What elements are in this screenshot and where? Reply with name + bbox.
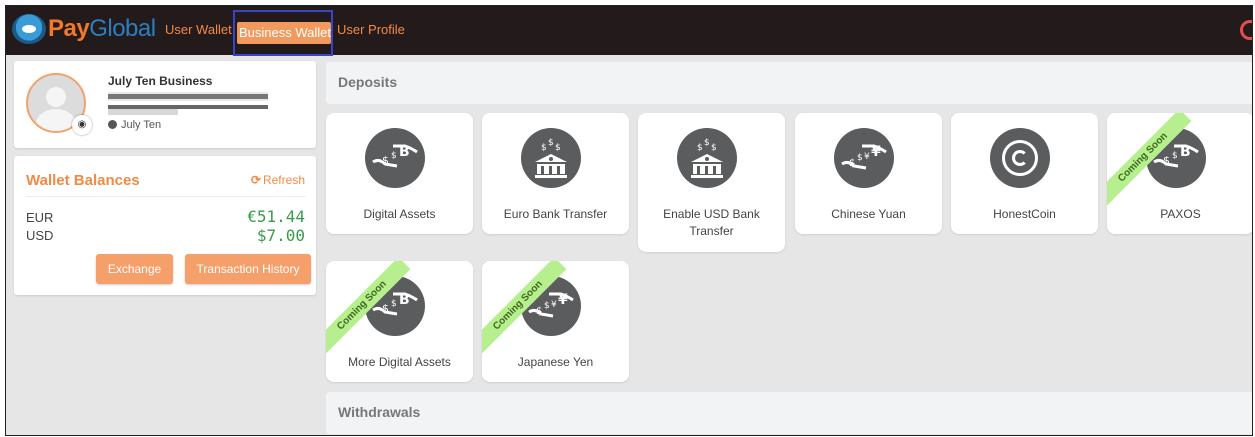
svg-text:$: $: [548, 138, 554, 148]
refresh-button[interactable]: ⟳ Refresh: [251, 173, 305, 187]
svg-text:$: $: [697, 143, 703, 153]
profile-card: ◉ July Ten Business July Ten: [14, 61, 316, 148]
deposits-title: Deposits: [338, 74, 398, 90]
refresh-icon: ⟳: [250, 173, 261, 187]
withdrawals-title: Withdrawals: [338, 404, 421, 420]
tile-enable-usd-bank-transfer[interactable]: $ $ $ Enable USD Bank Transfer: [638, 113, 785, 252]
hand-yuan-icon: $ $ ¥ ¥: [834, 128, 894, 188]
app-frame: PayGlobal User Wallet Business Wallet Us…: [5, 5, 1253, 436]
svg-text:$: $: [857, 153, 863, 163]
currency-usd: USD: [26, 228, 54, 243]
nav-user-wallet[interactable]: User Wallet: [165, 21, 232, 39]
honestcoin-icon: [990, 128, 1050, 188]
balance-usd: $7.00: [256, 226, 305, 245]
tile-label: Enable USD Bank Transfer: [663, 207, 760, 238]
svg-text:$: $: [391, 299, 397, 309]
tile-label: Chinese Yuan: [831, 207, 906, 221]
wallet-balances-title: Wallet Balances: [26, 172, 140, 189]
tile-label: Japanese Yen: [517, 355, 594, 369]
payglobal-logo[interactable]: PayGlobal: [12, 14, 156, 44]
balance-eur: €51.44: [247, 207, 305, 226]
logo-mark-icon: [12, 14, 46, 44]
logo-text: PayGlobal: [48, 15, 156, 42]
redacted-email: [108, 94, 268, 99]
divider: [26, 196, 306, 197]
withdrawals-header: Withdrawals: [326, 392, 1252, 434]
svg-text:$: $: [555, 143, 561, 153]
top-nav-bar: PayGlobal User Wallet Business Wallet Us…: [6, 6, 1252, 56]
tile-label: Euro Bank Transfer: [503, 207, 608, 221]
transaction-history-button[interactable]: Transaction History: [185, 254, 311, 284]
svg-text:$: $: [1172, 151, 1178, 161]
tile-digital-assets[interactable]: $ $ B Digital Assets: [326, 113, 473, 234]
tile-more-digital-assets[interactable]: $ $ B Coming Soon More Digital Assets: [326, 261, 473, 382]
tile-japanese-yen[interactable]: $ $ ¥ ¥ Coming Soon Japanese Yen: [482, 261, 629, 382]
deposits-header: Deposits: [326, 62, 1252, 104]
power-icon[interactable]: [1240, 20, 1252, 40]
currency-eur: EUR: [26, 210, 54, 225]
camera-icon[interactable]: ◉: [72, 115, 92, 135]
bank-icon: $ $ $: [677, 128, 737, 188]
tile-label: PAXOS: [1160, 207, 1201, 221]
bank-icon: $ $ $: [521, 128, 581, 188]
redacted-phone: [108, 109, 178, 115]
tile-label: HonestCoin: [993, 207, 1056, 221]
nav-highlight-box: [233, 10, 333, 56]
coin-ring-icon: [1002, 140, 1038, 176]
tile-chinese-yuan[interactable]: $ $ ¥ ¥ Chinese Yuan: [795, 113, 942, 234]
user-icon: [108, 120, 117, 129]
svg-text:¥: ¥: [551, 300, 557, 310]
owner-name: July Ten: [108, 119, 161, 131]
svg-text:$: $: [541, 143, 547, 153]
svg-text:$: $: [704, 138, 710, 148]
tile-paxos[interactable]: $ $ B Coming Soon PAXOS: [1107, 113, 1252, 234]
wallet-balances-card: Wallet Balances ⟳ Refresh EUR €51.44 USD …: [14, 156, 316, 295]
svg-text:$: $: [711, 143, 717, 153]
tile-label: Digital Assets: [363, 207, 436, 221]
exchange-button[interactable]: Exchange: [96, 254, 173, 284]
hand-crypto-icon: $ $ B: [365, 128, 425, 188]
svg-text:¥: ¥: [864, 152, 870, 162]
svg-text:$: $: [391, 151, 397, 161]
svg-text:$: $: [544, 301, 550, 311]
tile-euro-bank-transfer[interactable]: $ $ $ Euro Bank Transfer: [482, 113, 629, 234]
nav-user-profile[interactable]: User Profile: [337, 21, 405, 39]
tile-label: More Digital Assets: [348, 355, 451, 369]
business-name: July Ten Business: [108, 74, 213, 88]
tile-honestcoin[interactable]: HonestCoin: [951, 113, 1098, 234]
